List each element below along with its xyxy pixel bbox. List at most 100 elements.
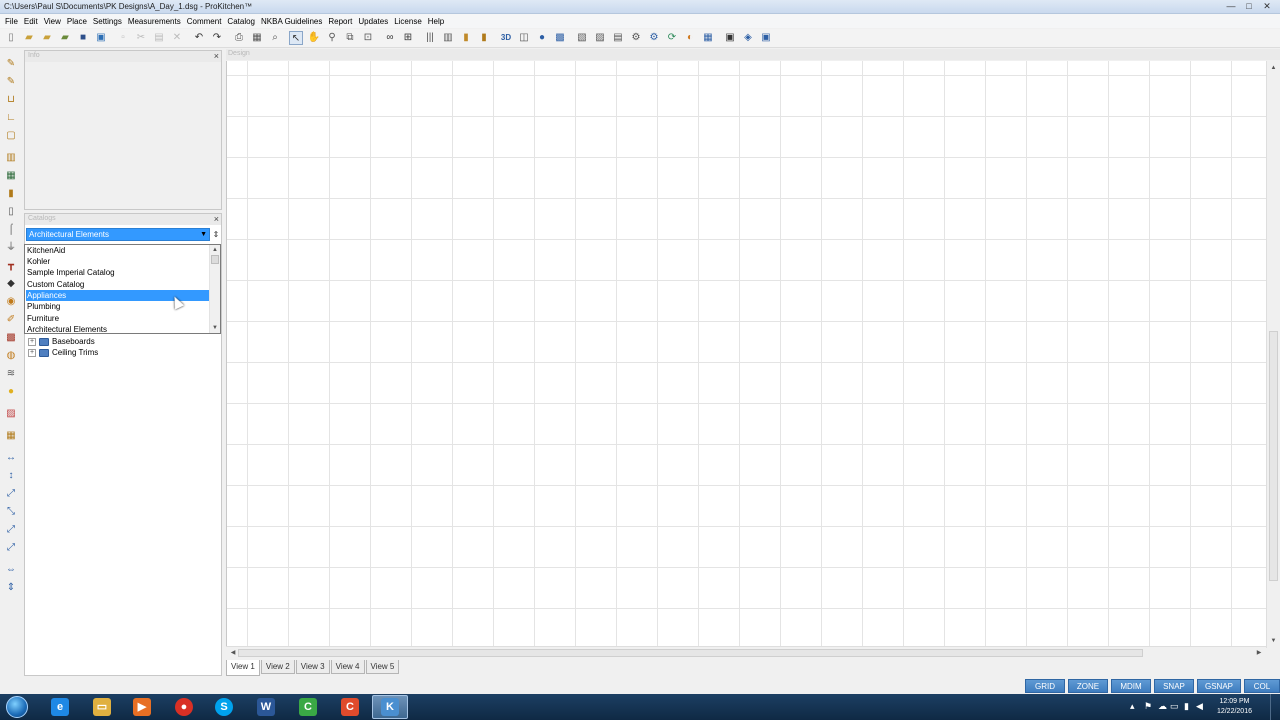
layers-icon[interactable]: ⊞ bbox=[401, 31, 415, 45]
grid-toggle-button[interactable]: GRID bbox=[1025, 679, 1065, 693]
brush-icon[interactable]: ✐ bbox=[4, 313, 18, 327]
monitor-icon[interactable]: ▭ bbox=[1170, 701, 1179, 712]
zoom-window-icon[interactable]: ⚲ bbox=[325, 31, 339, 45]
cabinet-icon[interactable]: ▥ bbox=[441, 31, 455, 45]
move-v-icon[interactable]: ⇕ bbox=[4, 581, 18, 595]
scroll-right-icon[interactable]: ▶ bbox=[1253, 647, 1265, 659]
info-panel-close-icon[interactable]: × bbox=[214, 51, 219, 61]
catalog-option-sample-imperial[interactable]: Sample Imperial Catalog bbox=[26, 267, 209, 278]
network-icon[interactable]: ▮ bbox=[1184, 701, 1189, 712]
shelf-icon[interactable]: ▦ bbox=[4, 429, 18, 443]
catalog-option-furniture[interactable]: Furniture bbox=[26, 313, 209, 324]
window-icon[interactable]: ▩ bbox=[4, 331, 18, 345]
save-icon[interactable]: ■ bbox=[76, 31, 90, 45]
u-wall-icon[interactable]: ⊔ bbox=[4, 93, 18, 107]
open-folder-icon[interactable]: ▰ bbox=[40, 31, 54, 45]
expand-icon[interactable]: + bbox=[28, 337, 36, 346]
skype-icon[interactable]: S bbox=[206, 695, 242, 719]
scroll-down-icon[interactable]: ▼ bbox=[210, 323, 220, 333]
print-icon[interactable]: ⎙ bbox=[232, 31, 246, 45]
dimension-v-icon[interactable]: ↕ bbox=[4, 469, 18, 483]
floorplan-icon[interactable]: ◫ bbox=[517, 31, 531, 45]
door-icon[interactable]: ▮ bbox=[459, 31, 473, 45]
mdim-toggle-button[interactable]: MDIM bbox=[1111, 679, 1151, 693]
dropdown-scrollbar[interactable]: ▲ ▼ bbox=[209, 245, 220, 333]
dimension-h-icon[interactable]: ↔ bbox=[4, 451, 18, 465]
file-explorer-icon[interactable]: ▭ bbox=[84, 695, 120, 719]
snap-toggle-button[interactable]: SNAP bbox=[1154, 679, 1194, 693]
tab-view-2[interactable]: View 2 bbox=[260, 660, 295, 674]
measure-diag-icon[interactable]: ⤢ bbox=[4, 523, 18, 537]
open-icon[interactable]: ▰ bbox=[22, 31, 36, 45]
scroll-thumb[interactable] bbox=[238, 649, 1143, 657]
help-icon[interactable]: ▣ bbox=[759, 31, 773, 45]
move-h-icon[interactable]: ⇔ bbox=[4, 563, 18, 577]
wall-icon[interactable]: ||| bbox=[423, 31, 437, 45]
copy-icon[interactable]: ✂ bbox=[134, 31, 148, 45]
clock[interactable]: 12:09 PM 12/22/2016 bbox=[1217, 697, 1252, 717]
menu-comment[interactable]: Comment bbox=[184, 17, 225, 26]
cabinet-icon[interactable]: ▥ bbox=[4, 151, 18, 165]
render-icon[interactable]: ▧ bbox=[575, 31, 589, 45]
menu-license[interactable]: License bbox=[391, 17, 425, 26]
undo-icon[interactable]: ↶ bbox=[192, 31, 206, 45]
tall-cabinet-icon[interactable]: ▦ bbox=[4, 169, 18, 183]
zone-toggle-button[interactable]: ZONE bbox=[1068, 679, 1108, 693]
close-window-button[interactable]: ✕ bbox=[1260, 1, 1274, 12]
maximize-button[interactable]: □ bbox=[1242, 1, 1256, 12]
link-icon[interactable]: ◈ bbox=[741, 31, 755, 45]
measure-icon[interactable]: ⤡ bbox=[4, 505, 18, 519]
gsnap-toggle-button[interactable]: GSNAP bbox=[1197, 679, 1241, 693]
camtasia-red-icon[interactable]: C bbox=[332, 695, 368, 719]
cut-icon[interactable]: ▫ bbox=[116, 31, 130, 45]
export-icon[interactable]: ▣ bbox=[723, 31, 737, 45]
start-button[interactable] bbox=[6, 696, 28, 718]
menu-place[interactable]: Place bbox=[64, 17, 90, 26]
show-desktop-button[interactable] bbox=[1270, 694, 1280, 720]
elevation-icon[interactable]: ▨ bbox=[593, 31, 607, 45]
print-preview-icon[interactable]: ▦ bbox=[250, 31, 264, 45]
measure-run-icon[interactable]: ⤢ bbox=[4, 541, 18, 555]
zoom-extents-icon[interactable]: ⧉ bbox=[343, 31, 357, 45]
paste-icon[interactable]: ▤ bbox=[152, 31, 166, 45]
sink-icon[interactable]: ⏚ bbox=[4, 241, 18, 255]
camera-icon[interactable]: ▩ bbox=[553, 31, 567, 45]
col-toggle-button[interactable]: COL bbox=[1244, 679, 1280, 693]
design-canvas[interactable] bbox=[226, 61, 1266, 646]
light-bulb-icon[interactable]: ● bbox=[4, 385, 18, 399]
tab-view-4[interactable]: View 4 bbox=[330, 660, 365, 674]
scroll-up-icon[interactable]: ▲ bbox=[1267, 62, 1280, 74]
save-all-icon[interactable]: ▣ bbox=[94, 31, 108, 45]
menu-view[interactable]: View bbox=[41, 17, 64, 26]
chair-icon[interactable]: ◉ bbox=[4, 295, 18, 309]
menu-updates[interactable]: Updates bbox=[355, 17, 391, 26]
minimize-button[interactable]: — bbox=[1224, 1, 1238, 12]
table-icon[interactable]: ┳ bbox=[4, 259, 18, 273]
chevron-down-icon[interactable]: ▼ bbox=[200, 229, 207, 240]
scroll-up-icon[interactable]: ▲ bbox=[210, 245, 220, 255]
pen-icon[interactable]: ✎ bbox=[4, 75, 18, 89]
menu-edit[interactable]: Edit bbox=[21, 17, 41, 26]
catalog-option-kitchenaid[interactable]: KitchenAid bbox=[26, 245, 209, 256]
media-player-icon[interactable]: ▶ bbox=[124, 695, 160, 719]
tree-item-ceiling-trims[interactable]: + Ceiling Trims bbox=[28, 347, 98, 358]
cloud-icon[interactable]: ☁ bbox=[1158, 701, 1167, 712]
delete-icon[interactable]: ✕ bbox=[170, 31, 184, 45]
scroll-down-icon[interactable]: ▼ bbox=[1267, 635, 1280, 647]
volume-icon[interactable]: ◀ bbox=[1196, 701, 1203, 712]
grid-icon[interactable]: ▦ bbox=[701, 31, 715, 45]
tab-view-3[interactable]: View 3 bbox=[295, 660, 330, 674]
tab-view-1[interactable]: View 1 bbox=[226, 660, 260, 676]
palette-icon[interactable]: ◐ bbox=[683, 31, 697, 45]
sphere-icon[interactable]: ● bbox=[535, 31, 549, 45]
books-icon[interactable]: ▮ bbox=[477, 31, 491, 45]
ruler-icon[interactable]: ▨ bbox=[4, 407, 18, 421]
catalog-option-custom[interactable]: Custom Catalog bbox=[26, 279, 209, 290]
expand-icon[interactable]: + bbox=[28, 348, 36, 357]
tape-icon[interactable]: ◍ bbox=[4, 349, 18, 363]
tray-expand-icon[interactable]: ▴ bbox=[1130, 701, 1135, 712]
catalog-pin-icon[interactable]: ⇕ bbox=[211, 228, 221, 241]
open-catalog-icon[interactable]: ▰ bbox=[58, 31, 72, 45]
camtasia-green-icon[interactable]: C bbox=[290, 695, 326, 719]
pan-hand-icon[interactable]: ✋ bbox=[307, 31, 321, 45]
